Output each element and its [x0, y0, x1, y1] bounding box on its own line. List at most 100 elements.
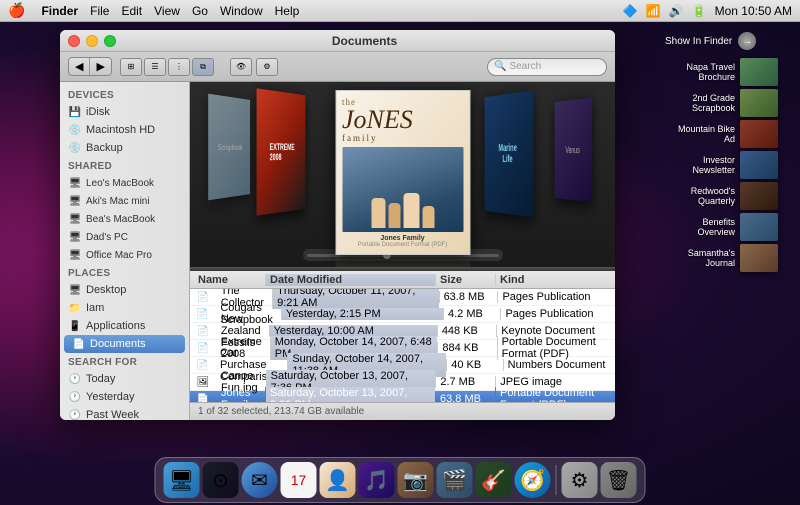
sidebar-item-pastweek[interactable]: 🕐 Past Week: [60, 406, 189, 420]
stack-preview-benefits: [740, 213, 778, 241]
stack-item-bike[interactable]: Mountain Bike Ad: [665, 120, 778, 148]
dock-trash[interactable]: 🗑: [601, 462, 637, 498]
coverflow-view-button[interactable]: ⧉: [192, 58, 214, 76]
file-icon: 📄: [196, 324, 210, 338]
status-text: 1 of 32 selected, 213.74 GB available: [198, 406, 364, 417]
icon-view-button[interactable]: ⊞: [120, 58, 142, 76]
status-bar: 1 of 32 selected, 213.74 GB available: [190, 402, 615, 420]
search-placeholder: Search: [509, 61, 541, 72]
back-button[interactable]: ◀: [69, 58, 90, 75]
sidebar: DEVICES 💾 iDisk 💿 Macintosh HD 💿 Backup …: [60, 82, 190, 420]
stack-item-investor[interactable]: Investor Newsletter: [665, 151, 778, 179]
quicklook-button[interactable]: 👁: [230, 58, 252, 76]
stack-item-napa[interactable]: Napa Travel Brochure: [665, 58, 778, 86]
menu-help[interactable]: Help: [275, 4, 300, 18]
mail-icon: ✉: [251, 468, 268, 493]
menubar: 🍎 Finder File Edit View Go Window Help 🔷…: [0, 0, 800, 22]
back-forward-buttons[interactable]: ◀ ▶: [68, 57, 112, 76]
sidebar-item-macintoshhd[interactable]: 💿 Macintosh HD: [60, 121, 189, 139]
file-row-selected[interactable]: 📄 Jones Family Saturday, October 13, 200…: [190, 391, 615, 402]
file-icon: 📄: [196, 341, 210, 355]
sidebar-item-bea[interactable]: 🖥 Bea's MacBook: [60, 210, 189, 228]
column-header-date[interactable]: Date Modified: [265, 274, 435, 286]
stack-item-grade[interactable]: 2nd Grade Scrapbook: [665, 89, 778, 117]
show-in-finder-label: Show In Finder: [665, 36, 732, 47]
menu-view[interactable]: View: [154, 4, 180, 18]
sidebar-item-backup[interactable]: 💿 Backup: [60, 139, 189, 157]
forward-button[interactable]: ▶: [90, 58, 110, 75]
sidebar-item-documents[interactable]: 📄 Documents: [64, 335, 185, 353]
dock-itunes[interactable]: 🎵: [359, 462, 395, 498]
sidebar-item-office[interactable]: 🖥 Office Mac Pro: [60, 246, 189, 264]
finder-toolbar: ◀ ▶ ⊞ ☰ ⋮ ⧉ 👁 ⚙ 🔍 Search: [60, 52, 615, 82]
trash-icon: 🗑: [606, 468, 631, 493]
view-mode-buttons: ⊞ ☰ ⋮ ⧉: [120, 58, 214, 76]
menu-finder[interactable]: Finder: [41, 4, 78, 18]
ical-icon: 17: [291, 472, 307, 488]
coverflow-item-center[interactable]: the JoNES family: [335, 90, 470, 267]
action-button[interactable]: ⚙: [256, 58, 278, 76]
search-header: SEARCH FOR: [60, 353, 189, 370]
stack-item-journal[interactable]: Samantha's Journal: [665, 244, 778, 272]
search-icon: 🔍: [494, 61, 506, 72]
today-icon: 🕐: [68, 372, 82, 386]
maximize-button[interactable]: [104, 35, 116, 47]
column-header-kind[interactable]: Kind: [495, 274, 615, 286]
close-button[interactable]: [68, 35, 80, 47]
column-view-button[interactable]: ⋮: [168, 58, 190, 76]
coverflow-container: Scrapbook EXTREME2008: [190, 82, 615, 267]
dock-safari[interactable]: 🧭: [515, 462, 551, 498]
stack-preview-investor: [740, 151, 778, 179]
stack-item-redwoods[interactable]: Redwood's Quarterly: [665, 182, 778, 210]
show-in-finder-button[interactable]: Show In Finder →: [665, 32, 778, 50]
devices-header: DEVICES: [60, 86, 189, 103]
minimize-button[interactable]: [86, 35, 98, 47]
sidebar-item-desktop[interactable]: 🖥 Desktop: [60, 281, 189, 299]
dock-garageband[interactable]: 🎸: [476, 462, 512, 498]
search-box[interactable]: 🔍 Search: [487, 58, 607, 76]
iphoto-icon: 📷: [403, 468, 428, 493]
sysprefs-icon: ⚙: [571, 468, 589, 493]
sidebar-item-idisk[interactable]: 💾 iDisk: [60, 103, 189, 121]
dock-iphoto[interactable]: 📷: [398, 462, 434, 498]
dock-finder[interactable]: 🖥: [164, 462, 200, 498]
sidebar-item-dad[interactable]: 🖥 Dad's PC: [60, 228, 189, 246]
coverflow-item-right1[interactable]: Marine Life: [484, 90, 533, 217]
sidebar-item-aki[interactable]: 🖥 Aki's Mac mini: [60, 192, 189, 210]
dock-mail[interactable]: ✉: [242, 462, 278, 498]
sidebar-item-today[interactable]: 🕐 Today: [60, 370, 189, 388]
dock-imovie[interactable]: 🎬: [437, 462, 473, 498]
column-header-size[interactable]: Size: [435, 274, 495, 286]
clock: Mon 10:50 AM: [715, 4, 792, 18]
dock: 🖥 ⊙ ✉ 17 👤 🎵 📷 🎬 🎸: [155, 457, 646, 503]
dock-addressbook[interactable]: 👤: [320, 462, 356, 498]
sidebar-item-iam[interactable]: 📁 Iam: [60, 299, 189, 317]
coverflow-area[interactable]: Scrapbook EXTREME2008: [190, 82, 615, 267]
stack-item-benefits[interactable]: Benefits Overview: [665, 213, 778, 241]
dock-dashboard[interactable]: ⊙: [203, 462, 239, 498]
file-icon: 📄: [196, 290, 210, 304]
menu-go[interactable]: Go: [192, 4, 208, 18]
coverflow-item-left1[interactable]: EXTREME2008: [257, 88, 306, 215]
dock-sysprefs[interactable]: ⚙: [562, 462, 598, 498]
stack-preview-redwoods: [740, 182, 778, 210]
coverflow-item-left2[interactable]: Scrapbook: [208, 94, 250, 201]
addressbook-icon: 👤: [325, 468, 350, 493]
pastweek-icon: 🕐: [68, 408, 82, 420]
apple-menu[interactable]: 🍎: [8, 2, 25, 19]
sidebar-item-leo[interactable]: 🖥 Leo's MacBook: [60, 174, 189, 192]
finder-window: Documents ◀ ▶ ⊞ ☰ ⋮ ⧉ 👁 ⚙ 🔍 Search: [60, 30, 615, 420]
stack-panel: Show In Finder → Napa Travel Brochure 2n…: [665, 32, 778, 272]
desktop-icon: 🖥: [68, 283, 82, 297]
column-header-name[interactable]: Name: [190, 274, 265, 286]
list-view-button[interactable]: ☰: [144, 58, 166, 76]
menu-window[interactable]: Window: [220, 4, 263, 18]
computer-icon: 🖥: [68, 176, 82, 190]
sidebar-item-yesterday[interactable]: 🕐 Yesterday: [60, 388, 189, 406]
menu-file[interactable]: File: [90, 4, 109, 18]
dock-ical[interactable]: 17: [281, 462, 317, 498]
sidebar-item-applications[interactable]: 📱 Applications: [60, 317, 189, 335]
coverflow-item-right2[interactable]: Venus: [555, 98, 592, 203]
computer-icon-3: 🖥: [68, 212, 82, 226]
menu-edit[interactable]: Edit: [121, 4, 142, 18]
